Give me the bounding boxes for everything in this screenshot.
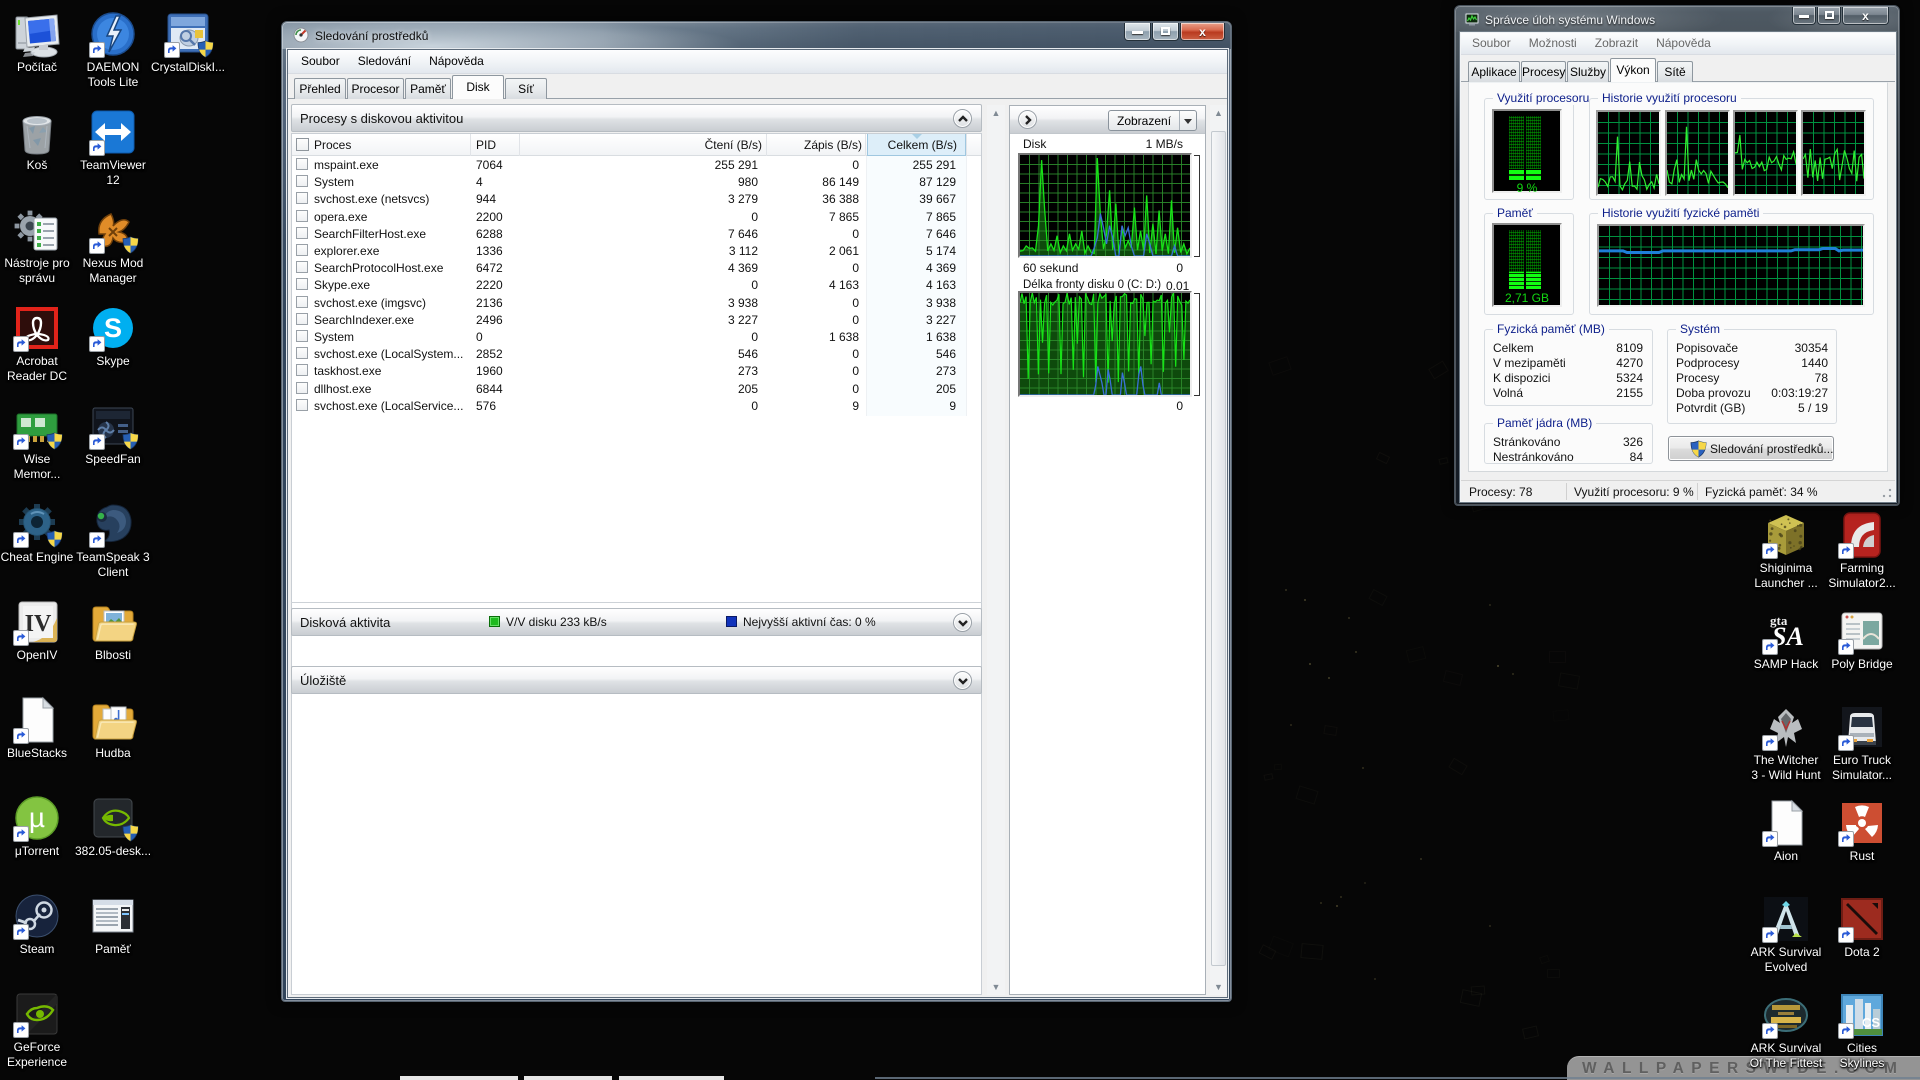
svg-text:µ: µ bbox=[29, 802, 45, 833]
svg-text:CS: CS bbox=[1862, 1015, 1880, 1030]
svg-text:S: S bbox=[104, 313, 122, 343]
